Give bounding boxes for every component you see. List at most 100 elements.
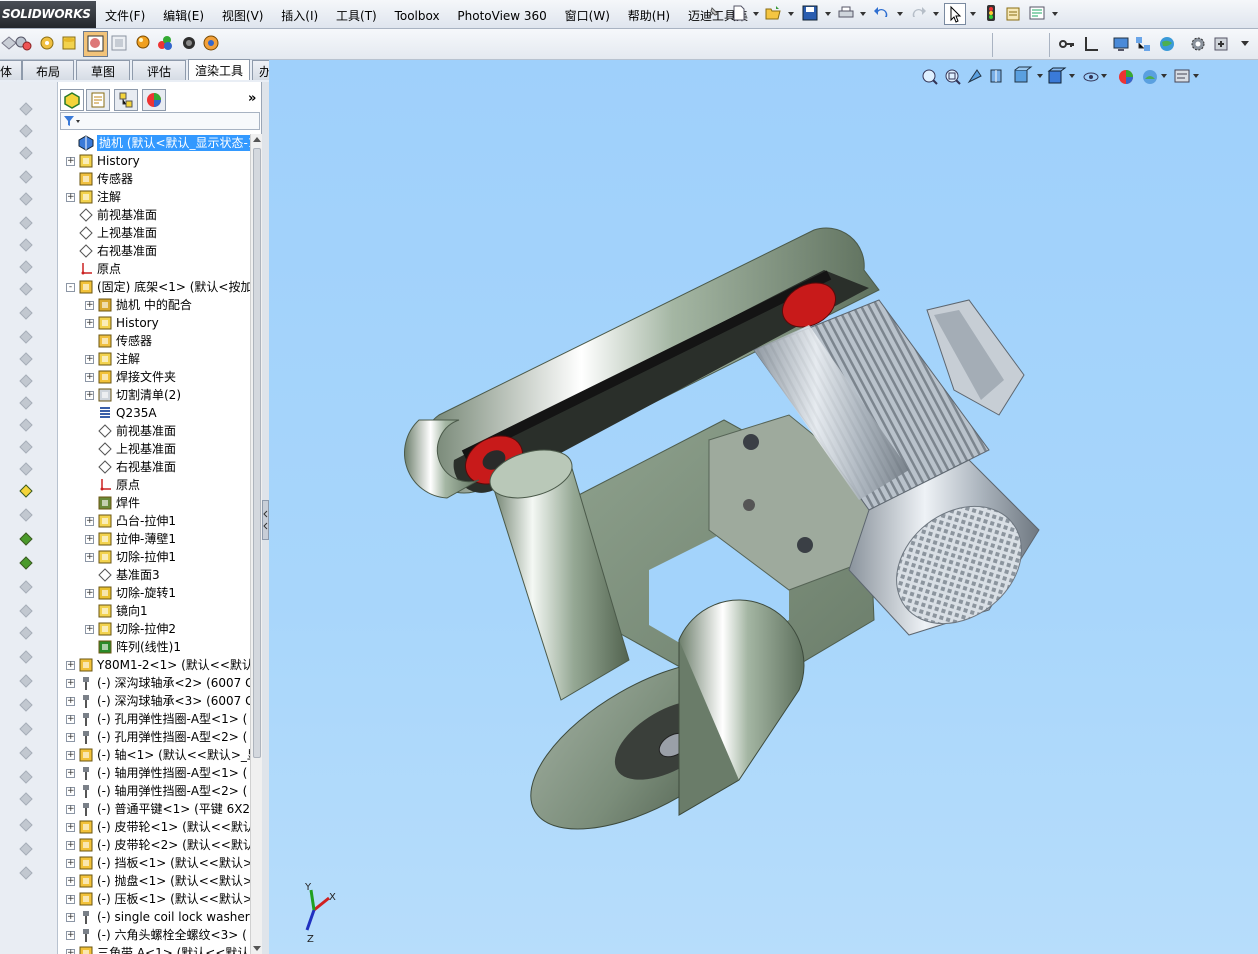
- mate-icon[interactable]: [38, 34, 56, 52]
- extrude-icon[interactable]: [17, 100, 35, 118]
- collapse-toggle-icon[interactable]: -: [66, 283, 75, 292]
- tree-item[interactable]: 传感器: [58, 332, 250, 350]
- scroll-down-arrow-icon[interactable]: [253, 946, 261, 951]
- tree-item[interactable]: + 切割清单(2): [58, 386, 250, 404]
- tree-item[interactable]: + 凸台-拉伸1: [58, 512, 250, 530]
- sketch-trim-icon[interactable]: [17, 648, 35, 666]
- panel-splitter[interactable]: [262, 82, 269, 954]
- expand-toggle-icon[interactable]: +: [66, 661, 75, 670]
- undo-dropdown-caret[interactable]: [897, 12, 903, 16]
- tree-item[interactable]: + 抛机 中的配合: [58, 296, 250, 314]
- menu-toolbox[interactable]: Toolbox: [395, 9, 440, 23]
- splitter-grip[interactable]: [262, 500, 269, 540]
- print-icon[interactable]: [837, 4, 855, 22]
- sketch-pattern-icon[interactable]: [17, 720, 35, 738]
- tree-item[interactable]: + (-) 普通平键<1> (平键 6X2: [58, 800, 250, 818]
- tree-item[interactable]: + (-) 六角头螺栓全螺纹<3> (: [58, 926, 250, 944]
- tree-item[interactable]: + (-) 孔用弹性挡圈-A型<1> (: [58, 710, 250, 728]
- redo-icon[interactable]: [909, 4, 927, 22]
- decals-icon[interactable]: [156, 34, 174, 52]
- graphics-viewport[interactable]: X Y Z: [269, 60, 1258, 954]
- tree-item[interactable]: 阵列(线性)1: [58, 638, 250, 656]
- expand-toggle-icon[interactable]: +: [66, 913, 75, 922]
- expand-toggle-icon[interactable]: +: [66, 949, 75, 954]
- tree-item[interactable]: 传感器: [58, 170, 250, 188]
- chamfer-icon[interactable]: [17, 214, 35, 232]
- settings-gear-icon[interactable]: [1189, 35, 1207, 53]
- tree-item[interactable]: + 切除-拉伸1: [58, 548, 250, 566]
- menu-tools[interactable]: 工具(T): [336, 9, 377, 23]
- open-dropdown-caret[interactable]: [788, 12, 794, 16]
- sketch-arc-icon[interactable]: [17, 554, 35, 572]
- tree-item[interactable]: + (-) 轴用弹性挡圈-A型<2> (: [58, 782, 250, 800]
- hole-icon[interactable]: [17, 304, 35, 322]
- new-document-icon[interactable]: [730, 4, 748, 22]
- draft-icon[interactable]: [17, 280, 35, 298]
- expand-toggle-icon[interactable]: +: [85, 301, 94, 310]
- feature-tree-scrollbar[interactable]: [250, 134, 262, 954]
- expand-toggle-icon[interactable]: +: [66, 697, 75, 706]
- linear-pattern-component-icon[interactable]: [60, 34, 78, 52]
- sketch-fillet-icon[interactable]: [17, 790, 35, 808]
- print-dropdown-caret[interactable]: [860, 12, 866, 16]
- rib-icon[interactable]: [17, 236, 35, 254]
- tab-configuration-manager[interactable]: [114, 89, 138, 111]
- new-dropdown-caret[interactable]: [753, 12, 759, 16]
- reference-geometry-icon[interactable]: [17, 416, 35, 434]
- mirror-feature-icon[interactable]: [17, 372, 35, 390]
- scroll-up-arrow-icon[interactable]: [253, 137, 261, 142]
- expand-panel-chevron-icon[interactable]: »: [248, 91, 256, 106]
- insert-components-icon[interactable]: [14, 34, 32, 52]
- undo-icon[interactable]: [873, 4, 891, 22]
- select-tool-button[interactable]: [944, 3, 966, 25]
- dome-icon[interactable]: [17, 350, 35, 368]
- tab-display-manager[interactable]: [142, 89, 166, 111]
- tree-item[interactable]: + 注解: [58, 350, 250, 368]
- tree-item[interactable]: + History: [58, 314, 250, 332]
- tree-item[interactable]: + 拉伸-薄壁1: [58, 530, 250, 548]
- tree-item[interactable]: + (-) 深沟球轴承<3> (6007 G: [58, 692, 250, 710]
- tree-item[interactable]: + (-) 轴用弹性挡圈-A型<1> (: [58, 764, 250, 782]
- expand-toggle-icon[interactable]: +: [85, 517, 94, 526]
- sketch-construction-icon[interactable]: [17, 864, 35, 882]
- expand-toggle-icon[interactable]: +: [66, 859, 75, 868]
- tree-item[interactable]: + (-) 轴<1> (默认<<默认>_显: [58, 746, 250, 764]
- sketch-point-icon[interactable]: [17, 840, 35, 858]
- menu-edit[interactable]: 编辑(E): [163, 9, 204, 23]
- expand-toggle-icon[interactable]: +: [85, 391, 94, 400]
- tree-item[interactable]: + (-) 皮带轮<1> (默认<<默认: [58, 818, 250, 836]
- shell-icon[interactable]: [17, 258, 35, 276]
- dock-arrow-icon[interactable]: [1236, 35, 1254, 53]
- tree-item[interactable]: 上视基准面: [58, 224, 250, 242]
- menu-help[interactable]: 帮助(H): [628, 9, 670, 23]
- sketch-line-icon[interactable]: [17, 482, 35, 500]
- sketch-mirror-icon[interactable]: [17, 696, 35, 714]
- options-dropdown-caret[interactable]: [1052, 12, 1058, 16]
- menu-photoview[interactable]: PhotoView 360: [457, 9, 546, 23]
- pattern-icon[interactable]: [17, 394, 35, 412]
- feature-tree-filter[interactable]: [60, 112, 260, 130]
- expand-toggle-icon[interactable]: +: [66, 931, 75, 940]
- expand-toggle-icon[interactable]: +: [66, 787, 75, 796]
- tree-item[interactable]: 抛机 (默认<默认_显示状态-1>: [58, 134, 250, 152]
- menu-window[interactable]: 窗口(W): [565, 9, 610, 23]
- tree-item[interactable]: 基准面3: [58, 566, 250, 584]
- sketch-dimension-icon[interactable]: [17, 744, 35, 762]
- tab-render-tools[interactable]: 渲染工具: [188, 59, 250, 80]
- tree-item[interactable]: + (-) 抛盘<1> (默认<<默认>: [58, 872, 250, 890]
- rebuild-traffic-light-icon[interactable]: [982, 4, 1000, 22]
- tree-item[interactable]: + 切除-旋转1: [58, 584, 250, 602]
- tree-item[interactable]: 右视基准面: [58, 242, 250, 260]
- scrollbar-thumb[interactable]: [253, 148, 261, 758]
- curves-icon[interactable]: [17, 438, 35, 456]
- tree-item[interactable]: + (-) 孔用弹性挡圈-A型<2> (: [58, 728, 250, 746]
- render-preview-icon[interactable]: [202, 34, 220, 52]
- display-icon[interactable]: [1112, 35, 1130, 53]
- save-dropdown-caret[interactable]: [825, 12, 831, 16]
- options-icon[interactable]: [1028, 4, 1046, 22]
- menu-view[interactable]: 视图(V): [222, 9, 264, 23]
- tree-item[interactable]: 焊件: [58, 494, 250, 512]
- expand-toggle-icon[interactable]: +: [66, 733, 75, 742]
- sketch-text-icon[interactable]: [17, 816, 35, 834]
- tree-item[interactable]: 右视基准面: [58, 458, 250, 476]
